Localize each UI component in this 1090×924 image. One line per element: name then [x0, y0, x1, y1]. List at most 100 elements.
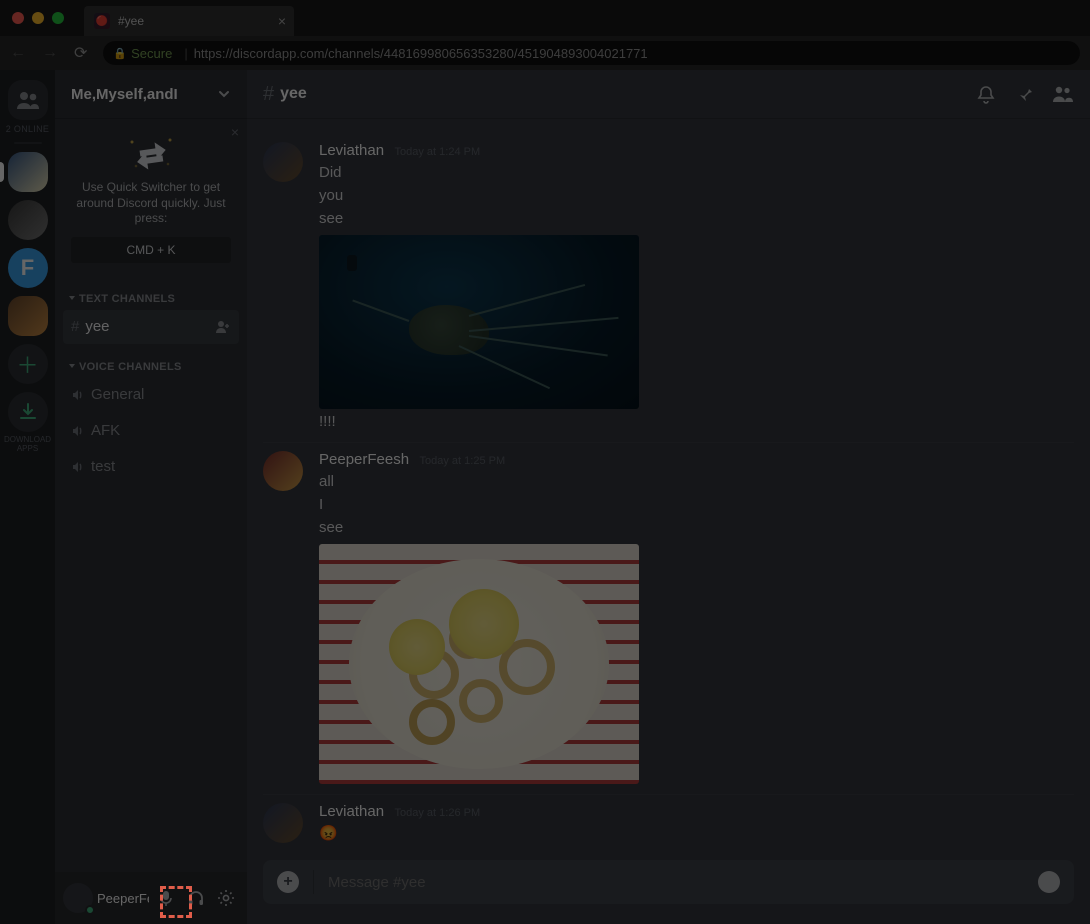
- deafen-button[interactable]: [183, 885, 209, 911]
- add-server-button[interactable]: ＋: [8, 344, 48, 384]
- maximize-window-button[interactable]: [52, 12, 64, 24]
- quick-switcher-hint: × Use Quick Switcher to get around Disco…: [55, 118, 247, 277]
- channel-label: AFK: [91, 422, 120, 439]
- author-name[interactable]: Leviathan: [319, 142, 384, 159]
- member-list-icon[interactable]: [1052, 84, 1074, 104]
- mute-button[interactable]: [153, 885, 179, 911]
- speaker-icon: [71, 388, 85, 402]
- gear-icon: [217, 889, 235, 907]
- message-composer: +: [247, 860, 1090, 924]
- tab-title: #yee: [118, 14, 144, 28]
- author-name[interactable]: PeeperFeesh: [319, 451, 409, 468]
- minimize-window-button[interactable]: [32, 12, 44, 24]
- close-window-button[interactable]: [12, 12, 24, 24]
- discord-favicon: 🔴: [94, 13, 110, 29]
- lock-icon: 🔒: [113, 47, 127, 60]
- voice-channels-header[interactable]: VOICE CHANNELS: [55, 345, 247, 377]
- message-text: see: [319, 517, 639, 538]
- selected-guild-pill: [0, 162, 4, 182]
- channel-label: yee: [85, 318, 109, 335]
- microphone-icon: [157, 889, 175, 907]
- message-list[interactable]: Leviathan Today at 1:24 PM Did you see: [247, 118, 1090, 860]
- voice-channel-general[interactable]: General: [63, 378, 239, 412]
- online-count: 2 ONLINE: [6, 124, 49, 134]
- channel-header: # yee: [247, 70, 1090, 118]
- message-text: Did: [319, 162, 639, 183]
- url-text: https://discordapp.com/channels/44816998…: [194, 46, 648, 61]
- server-header[interactable]: Me,Myself,andI: [55, 70, 247, 118]
- channel-label: General: [91, 386, 144, 403]
- message: Leviathan Today at 1:26 PM 😡: [263, 794, 1074, 854]
- notifications-icon[interactable]: [976, 84, 996, 104]
- message-timestamp: Today at 1:24 PM: [395, 146, 481, 158]
- message: PeeperFeesh Today at 1:25 PM all I see: [263, 442, 1074, 794]
- message-text: you: [319, 185, 639, 206]
- server-name: Me,Myself,andI: [71, 86, 217, 103]
- swap-arrows-icon: [65, 132, 237, 180]
- message-emoji: 😡: [319, 823, 480, 844]
- browser-tabstrip: 🔴 #yee ×: [0, 0, 1090, 36]
- browser-tab[interactable]: 🔴 #yee ×: [84, 6, 294, 36]
- user-avatar[interactable]: [63, 883, 93, 913]
- download-apps-button[interactable]: [8, 392, 48, 432]
- author-avatar[interactable]: [263, 142, 303, 182]
- message-text: all: [319, 471, 639, 492]
- pin-icon[interactable]: [1014, 84, 1034, 104]
- author-avatar[interactable]: [263, 803, 303, 843]
- attach-button[interactable]: +: [277, 871, 299, 893]
- invite-icon[interactable]: [215, 320, 231, 334]
- speaker-icon: [71, 460, 85, 474]
- text-channel-yee[interactable]: # yee: [63, 310, 239, 344]
- hash-icon: #: [263, 83, 274, 106]
- voice-channel-test[interactable]: test: [63, 450, 239, 484]
- user-name: PeeperFeesh: [97, 891, 149, 906]
- forward-button[interactable]: →: [42, 44, 58, 62]
- divider: [313, 870, 314, 894]
- close-tab-icon[interactable]: ×: [278, 13, 286, 29]
- quick-switcher-kbd[interactable]: CMD + K: [71, 237, 231, 263]
- user-settings-button[interactable]: [213, 885, 239, 911]
- new-tab-button[interactable]: [300, 12, 324, 36]
- message-timestamp: Today at 1:25 PM: [420, 455, 506, 467]
- download-apps-label: DOWNLOAD APPS: [0, 436, 55, 454]
- message-text: !!!!: [319, 411, 639, 432]
- message-text: see: [319, 208, 639, 229]
- quick-switcher-tip: Use Quick Switcher to get around Discord…: [65, 180, 237, 227]
- secure-label: Secure: [131, 46, 172, 61]
- channel-label: test: [91, 458, 115, 475]
- home-button[interactable]: [8, 80, 48, 120]
- voice-channel-afk[interactable]: AFK: [63, 414, 239, 448]
- author-name[interactable]: Leviathan: [319, 803, 384, 820]
- friends-icon: [16, 90, 40, 110]
- status-badge: [85, 905, 95, 915]
- image-attachment[interactable]: [319, 235, 639, 409]
- message: Leviathan Today at 1:24 PM Did you see: [263, 134, 1074, 442]
- message-timestamp: Today at 1:26 PM: [395, 807, 481, 819]
- channel-name: yee: [280, 85, 307, 103]
- chevron-down-icon: [217, 87, 231, 101]
- chat-pane: # yee Leviathan Today at 1:24 PM Did you…: [247, 70, 1090, 924]
- speaker-icon: [71, 424, 85, 438]
- user-panel: PeeperFeesh: [55, 872, 247, 924]
- text-channels-header[interactable]: TEXT CHANNELS: [55, 277, 247, 309]
- hash-icon: #: [71, 318, 79, 335]
- image-attachment[interactable]: [319, 544, 639, 784]
- server-icon[interactable]: F: [8, 248, 48, 288]
- message-input[interactable]: [328, 874, 1024, 891]
- headphones-icon: [187, 889, 205, 907]
- download-icon: [18, 402, 38, 422]
- author-avatar[interactable]: [263, 451, 303, 491]
- browser-toolbar: ← → ⟳ 🔒 Secure | https://discordapp.com/…: [0, 36, 1090, 70]
- window-traffic-lights: [12, 12, 64, 24]
- server-icon[interactable]: [8, 296, 48, 336]
- address-bar[interactable]: 🔒 Secure | https://discordapp.com/channe…: [103, 41, 1080, 65]
- guild-separator: [14, 142, 42, 144]
- server-rail: 2 ONLINE F ＋ DOWNLOAD APPS: [0, 70, 55, 924]
- server-icon[interactable]: [8, 152, 48, 192]
- message-text: I: [319, 494, 639, 515]
- channel-sidebar: Me,Myself,andI × Use Quick Switcher to g…: [55, 70, 247, 924]
- server-icon[interactable]: [8, 200, 48, 240]
- back-button[interactable]: ←: [10, 44, 26, 62]
- emoji-picker-button[interactable]: [1038, 871, 1060, 893]
- reload-button[interactable]: ⟳: [74, 43, 87, 63]
